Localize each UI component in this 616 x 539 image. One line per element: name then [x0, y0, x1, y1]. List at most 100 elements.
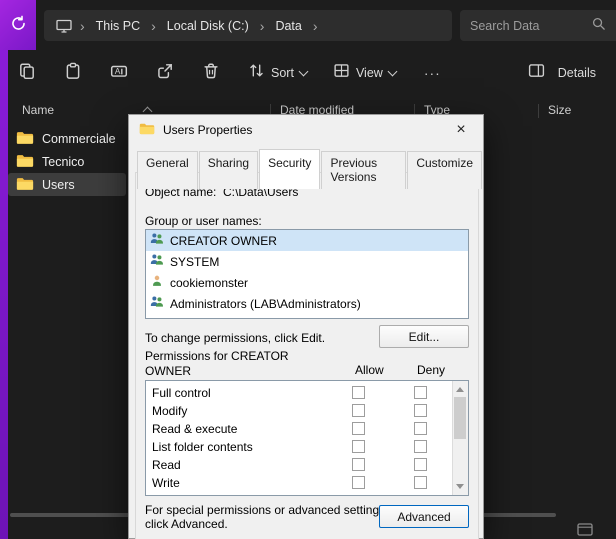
breadcrumb-this-pc[interactable]: This PC	[89, 16, 147, 36]
permission-row-write: Write	[146, 474, 453, 492]
group-user-list: CREATOR OWNER SYSTEM cookiemonster Admin…	[145, 229, 469, 319]
command-toolbar: A Sort View	[8, 50, 616, 96]
dialog-title: Users Properties	[163, 123, 252, 137]
permission-name: Read	[152, 458, 181, 472]
allow-checkbox[interactable]	[352, 404, 365, 417]
details-label: Details	[558, 66, 596, 80]
permissions-list: Full control Modify Read & execute List …	[145, 380, 469, 496]
permissions-title-line1: Permissions for CREATOR	[145, 349, 289, 364]
user-name: Administrators (LAB\Administrators)	[170, 297, 361, 311]
permission-name: Modify	[152, 404, 187, 418]
edit-permissions-hint: To change permissions, click Edit.	[145, 331, 325, 345]
tab-security[interactable]: Security	[259, 149, 320, 189]
svg-text:A: A	[115, 66, 121, 76]
file-row-tecnico[interactable]: Tecnico	[8, 150, 126, 173]
breadcrumb-chevron[interactable]: ›	[309, 18, 322, 34]
column-divider[interactable]	[538, 104, 539, 118]
this-pc-icon	[52, 19, 76, 33]
share-button[interactable]	[154, 58, 176, 88]
list-item-administrators[interactable]: Administrators (LAB\Administrators)	[146, 293, 468, 314]
deny-checkbox[interactable]	[414, 476, 427, 489]
paste-button[interactable]	[62, 58, 84, 88]
permission-name: List folder contents	[152, 440, 253, 454]
address-bar[interactable]: › This PC › Local Disk (C:) › Data ›	[44, 10, 452, 41]
folder-icon	[16, 176, 34, 194]
dialog-tabs: General Sharing Security Previous Versio…	[137, 151, 483, 189]
file-row-users[interactable]: Users	[8, 173, 126, 196]
rename-button[interactable]: A	[108, 58, 130, 88]
deny-checkbox[interactable]	[414, 440, 427, 453]
advanced-button[interactable]: Advanced	[379, 505, 469, 528]
breadcrumb-chevron[interactable]: ›	[147, 18, 160, 34]
allow-checkbox[interactable]	[352, 458, 365, 471]
refresh-button[interactable]	[6, 14, 30, 38]
deny-checkbox[interactable]	[414, 422, 427, 435]
delete-icon	[202, 62, 220, 85]
group-or-user-names-label: Group or user names:	[145, 214, 262, 228]
allow-checkbox[interactable]	[352, 422, 365, 435]
permissions-scrollbar[interactable]	[452, 381, 468, 495]
list-item-creator-owner[interactable]: CREATOR OWNER	[146, 230, 468, 251]
scrollbar-thumb[interactable]	[454, 397, 466, 439]
user-name: CREATOR OWNER	[170, 234, 277, 248]
rename-icon: A	[110, 62, 128, 85]
breadcrumb-chevron[interactable]: ›	[76, 18, 89, 34]
allow-checkbox[interactable]	[352, 386, 365, 399]
tab-sharing[interactable]: Sharing	[199, 151, 258, 189]
dialog-title-bar[interactable]: Users Properties ×	[129, 115, 483, 145]
file-row-commerciale[interactable]: Commerciale	[8, 127, 126, 150]
sort-menu-button[interactable]: Sort	[248, 62, 307, 84]
breadcrumb-chevron[interactable]: ›	[256, 18, 269, 34]
breadcrumb-local-disk[interactable]: Local Disk (C:)	[160, 16, 256, 36]
allow-column-label: Allow	[355, 363, 384, 377]
file-explorer-window: › This PC › Local Disk (C:) › Data › Sea…	[0, 0, 616, 539]
sort-icon	[248, 62, 265, 84]
refresh-icon	[10, 15, 27, 37]
permission-name: Full control	[152, 386, 211, 400]
details-pane-button[interactable]: Details	[528, 63, 602, 83]
deny-checkbox[interactable]	[414, 386, 427, 399]
advanced-hint-line1: For special permissions or advanced sett…	[145, 503, 388, 517]
group-users-icon	[150, 295, 164, 312]
file-name: Commerciale	[42, 132, 116, 146]
list-item-system[interactable]: SYSTEM	[146, 251, 468, 272]
breadcrumb-data[interactable]: Data	[268, 16, 308, 36]
more-options-button[interactable]: ···	[424, 65, 441, 81]
search-icon	[591, 16, 606, 36]
copy-button[interactable]	[16, 58, 38, 88]
window-corner-icon[interactable]	[577, 523, 593, 539]
folder-icon	[16, 153, 34, 171]
view-menu-button[interactable]: View	[333, 62, 396, 84]
column-header-size[interactable]: Size	[548, 103, 571, 117]
column-header-name[interactable]: Name	[22, 103, 54, 117]
tab-general[interactable]: General	[137, 151, 198, 189]
details-pane-icon	[528, 63, 545, 83]
user-name: cookiemonster	[170, 276, 248, 290]
file-name: Tecnico	[42, 155, 84, 169]
close-icon[interactable]: ×	[449, 118, 473, 142]
allow-checkbox[interactable]	[352, 440, 365, 453]
folder-icon	[16, 130, 34, 148]
allow-checkbox[interactable]	[352, 476, 365, 489]
deny-checkbox[interactable]	[414, 404, 427, 417]
chevron-down-icon	[387, 67, 397, 77]
deny-column-label: Deny	[417, 363, 445, 377]
users-properties-dialog: Users Properties × General Sharing Secur…	[128, 114, 484, 539]
scroll-up-icon[interactable]	[456, 383, 464, 392]
delete-button[interactable]	[200, 58, 222, 88]
advanced-settings-hint: For special permissions or advanced sett…	[145, 503, 388, 531]
scroll-down-icon[interactable]	[456, 484, 464, 493]
search-placeholder: Search Data	[470, 19, 539, 33]
tab-previous-versions[interactable]: Previous Versions	[321, 151, 406, 189]
edit-button[interactable]: Edit...	[379, 325, 469, 348]
tab-customize[interactable]: Customize	[407, 151, 482, 189]
paste-icon	[64, 62, 82, 85]
group-users-icon	[150, 253, 164, 270]
deny-checkbox[interactable]	[414, 458, 427, 471]
permissions-title-line2: OWNER	[145, 364, 191, 378]
list-item-cookiemonster[interactable]: cookiemonster	[146, 272, 468, 293]
share-icon	[156, 62, 174, 85]
search-input[interactable]: Search Data	[460, 10, 616, 41]
permission-row-read: Read	[146, 456, 453, 474]
sort-label: Sort	[271, 66, 294, 80]
